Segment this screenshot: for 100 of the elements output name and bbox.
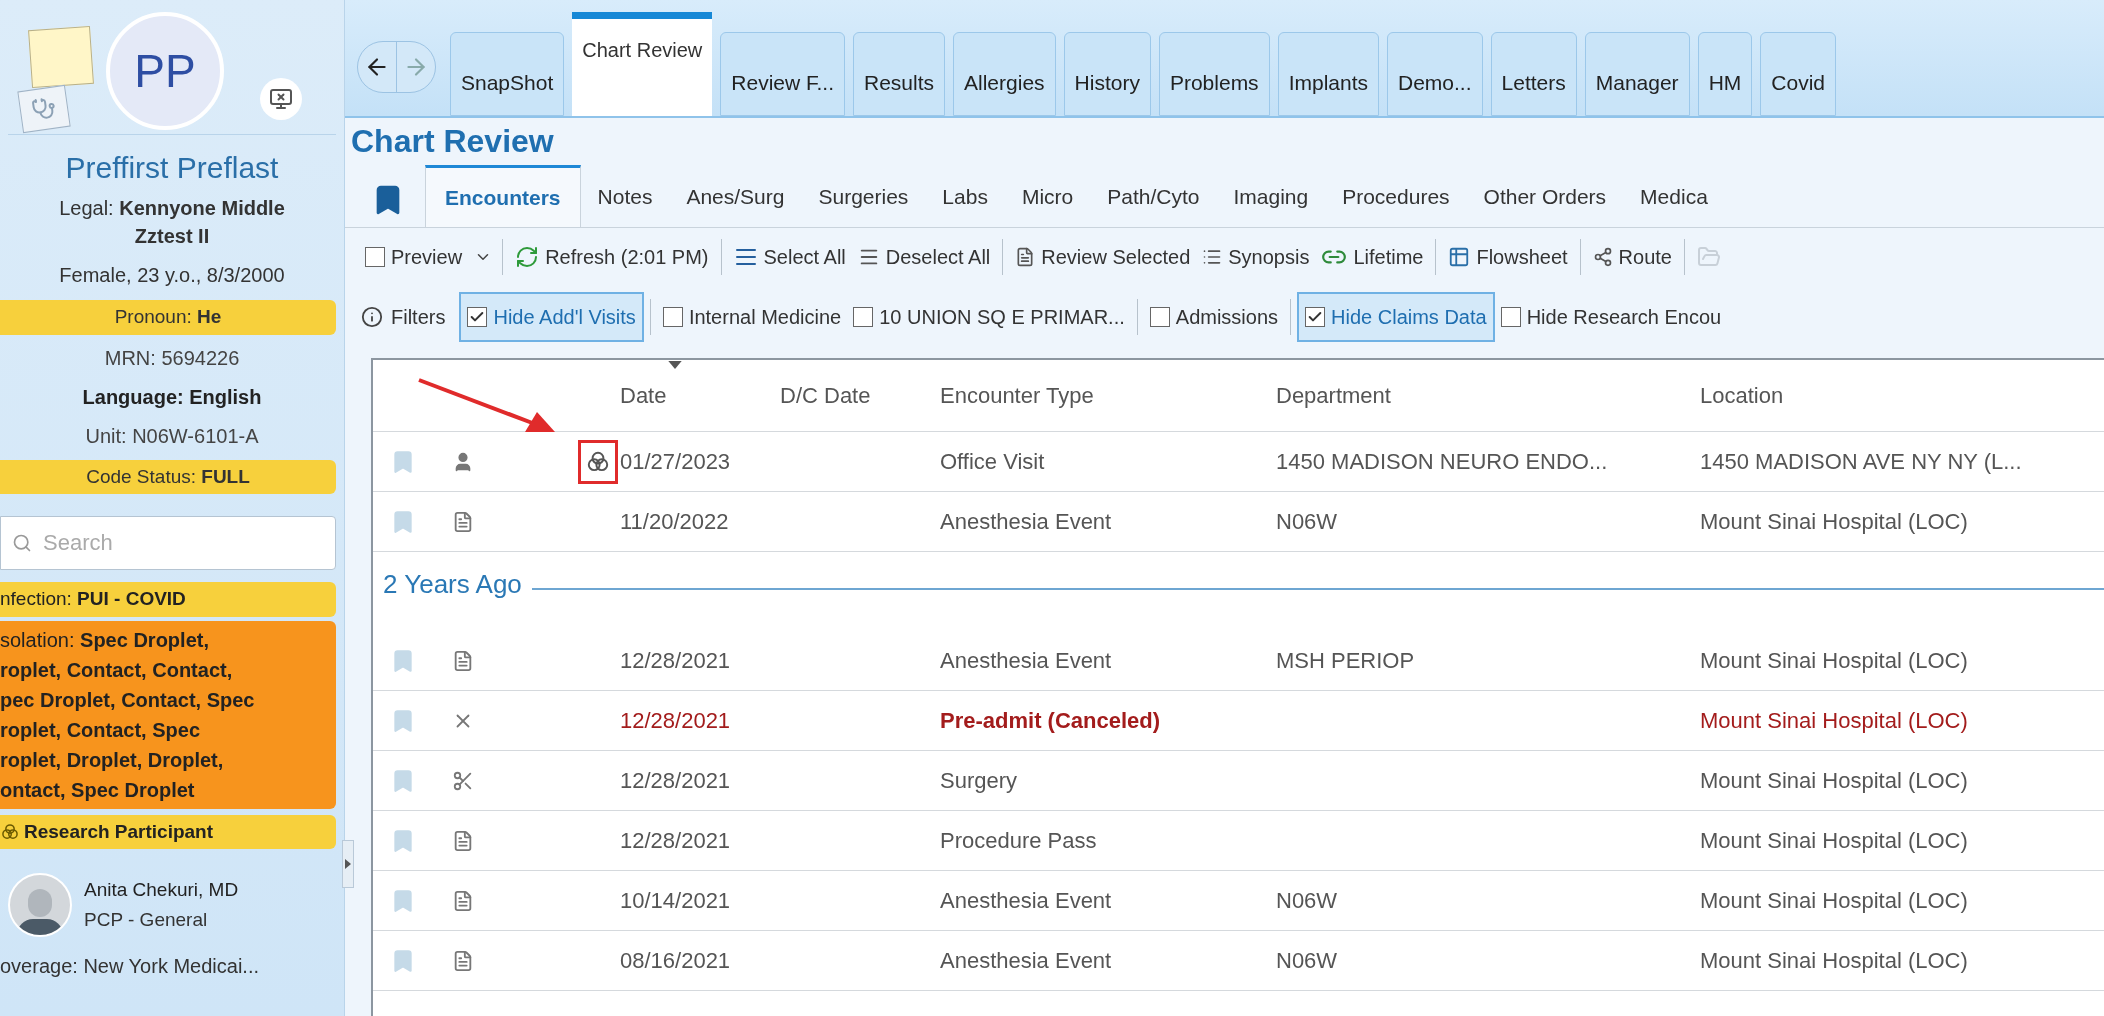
filter-toggle[interactable]: Hide Add'l Visits bbox=[459, 292, 644, 342]
tab[interactable]: Manager bbox=[1584, 32, 1690, 116]
list-icon bbox=[1202, 247, 1223, 267]
checkbox[interactable] bbox=[853, 307, 874, 327]
subtab[interactable]: Path/Cyto bbox=[1090, 165, 1217, 227]
location-cell-text: 1450 MADISON AVE NY NY (L... bbox=[1700, 448, 2023, 476]
tab[interactable]: Implants bbox=[1277, 32, 1379, 116]
subtab[interactable]: Micro bbox=[1004, 165, 1091, 227]
collapse-handle[interactable] bbox=[342, 840, 354, 888]
department-cell-text: N06W bbox=[1276, 508, 1339, 536]
table-icon bbox=[1448, 246, 1471, 268]
preview-toggle[interactable]: Preview bbox=[391, 242, 463, 272]
patient-name[interactable]: Preffirst Preflast bbox=[65, 145, 279, 190]
sort-caret-icon bbox=[668, 361, 682, 369]
tab[interactable]: Demo... bbox=[1387, 32, 1483, 116]
info-icon bbox=[361, 306, 383, 328]
search-field[interactable]: Search bbox=[0, 516, 336, 570]
research-icon bbox=[0, 821, 20, 842]
checkbox[interactable] bbox=[1500, 307, 1521, 327]
demographics: Female, 23 y.o., 8/3/2000 bbox=[59, 263, 285, 288]
column-header[interactable]: Location bbox=[1700, 379, 2100, 412]
column-header[interactable]: Department bbox=[1276, 379, 1700, 412]
toolbar-button[interactable]: Route bbox=[1586, 242, 1678, 272]
tab[interactable]: Problems bbox=[1158, 32, 1270, 116]
language: Language: English bbox=[82, 384, 262, 410]
checkbox[interactable] bbox=[1305, 307, 1326, 327]
location-cell-text: Mount Sinai Hospital (LOC) bbox=[1700, 887, 1969, 915]
monitor-icon[interactable] bbox=[260, 78, 302, 120]
pcp-role: PCP - General bbox=[84, 908, 209, 932]
column-header[interactable]: Encounter Type bbox=[940, 379, 1276, 412]
mrn: MRN: 5694226 bbox=[104, 345, 240, 371]
column-header[interactable]: D/C Date bbox=[780, 379, 940, 412]
subtab[interactable]: Surgeries bbox=[801, 165, 926, 227]
toolbar-button[interactable]: Refresh (2:01 PM) bbox=[509, 242, 715, 272]
avatar[interactable]: PP bbox=[106, 12, 224, 130]
toolbar-button[interactable]: Select All bbox=[727, 242, 852, 272]
subtab[interactable]: Encounters bbox=[425, 165, 581, 227]
tab[interactable]: Chart Review bbox=[572, 12, 713, 116]
tab[interactable]: History bbox=[1063, 32, 1151, 116]
tab[interactable]: Covid bbox=[1760, 32, 1836, 116]
tab[interactable]: Review F... bbox=[720, 32, 845, 116]
filter-toggle[interactable]: Hide Research Encou bbox=[1494, 292, 1728, 342]
document-icon bbox=[452, 889, 474, 912]
subtab[interactable]: Procedures bbox=[1325, 165, 1467, 227]
checkbox[interactable] bbox=[467, 307, 488, 327]
department-cell-text: MSH PERIOP bbox=[1276, 647, 1416, 675]
checkbox[interactable] bbox=[662, 307, 683, 327]
department-cell-text: N06W bbox=[1276, 947, 1339, 975]
document-icon bbox=[452, 829, 474, 852]
pronoun-banner: Pronoun: He bbox=[0, 300, 336, 335]
isolation-banner: solation: Spec Droplet, roplet, Contact, Contact, pec Droplet, Contact, Spec roplet, Contact, Spec roplet, Droplet, Droplet, ontact, Spec Droplet bbox=[0, 620, 336, 809]
page-title: Chart Review bbox=[350, 122, 555, 161]
filter-toggle[interactable]: 10 UNION SQ E PRIMAR... bbox=[847, 292, 1131, 342]
subtab[interactable]: Labs bbox=[925, 165, 1005, 227]
checkbox[interactable] bbox=[365, 247, 385, 267]
date-cell-text: 12/28/2021 bbox=[620, 767, 732, 795]
tab[interactable]: Letters bbox=[1490, 32, 1577, 116]
filter-toggle[interactable]: Internal Medicine bbox=[656, 292, 848, 342]
tab[interactable]: Results bbox=[853, 32, 946, 116]
encounter-type-cell-text: Office Visit bbox=[940, 448, 1046, 476]
research-banner[interactable]: Research Participant bbox=[0, 814, 336, 849]
encounter-type-cell-text: Anesthesia Event bbox=[940, 508, 1113, 536]
tab[interactable]: SnapShot bbox=[450, 32, 565, 116]
date-cell-text: 08/16/2021 bbox=[620, 947, 732, 975]
toolbar-button[interactable]: Lifetime bbox=[1315, 242, 1430, 272]
group-heading: 2 Years Ago bbox=[383, 568, 522, 601]
toolbar-button[interactable]: Review Selected bbox=[1009, 242, 1197, 272]
pcp-name[interactable]: Anita Chekuri, MD bbox=[84, 875, 239, 905]
tab[interactable]: Allergies bbox=[953, 32, 1056, 116]
column-header[interactable]: Date bbox=[620, 379, 780, 412]
encounter-type-cell-text: Procedure Pass bbox=[940, 827, 1098, 855]
filter-toggle[interactable]: Hide Claims Data bbox=[1297, 292, 1495, 342]
unit: Unit: N06W-6101-A bbox=[85, 423, 259, 449]
location-cell-text: Mount Sinai Hospital (LOC) bbox=[1700, 508, 1969, 536]
location-cell-text: Mount Sinai Hospital (LOC) bbox=[1700, 647, 1969, 675]
subtab[interactable]: Imaging bbox=[1216, 165, 1326, 227]
subtab[interactable]: Other Orders bbox=[1466, 165, 1624, 227]
toolbar-button[interactable]: Synopsis bbox=[1196, 242, 1316, 272]
tab[interactable]: HM bbox=[1697, 32, 1753, 116]
location-cell-text: Mount Sinai Hospital (LOC) bbox=[1700, 827, 1969, 855]
filter-toggle[interactable]: Admissions bbox=[1143, 292, 1285, 342]
subtab[interactable]: Anes/Surg bbox=[669, 165, 802, 227]
date-cell-text: 12/28/2021 bbox=[620, 647, 732, 675]
location-cell-text: Mount Sinai Hospital (LOC) bbox=[1700, 767, 1969, 795]
date-cell-text: 12/28/2021 bbox=[620, 707, 732, 735]
document-icon bbox=[452, 949, 474, 972]
subtab[interactable]: Notes bbox=[580, 165, 670, 227]
encounter-type-cell-text: Pre-admit (Canceled) bbox=[940, 707, 1162, 735]
code-status-banner: Code Status: FULL bbox=[0, 459, 336, 494]
refresh-icon bbox=[515, 245, 540, 269]
encounter-type-cell-text: Anesthesia Event bbox=[940, 647, 1113, 675]
encounter-type-cell-text: Anesthesia Event bbox=[940, 887, 1113, 915]
department-cell-text: 1450 MADISON NEURO ENDO... bbox=[1276, 448, 1609, 476]
legal-name: Legal: Kennyone Middle Zztest II bbox=[58, 196, 286, 249]
checkbox[interactable] bbox=[1149, 307, 1170, 327]
toolbar-button[interactable]: Flowsheet bbox=[1442, 242, 1574, 272]
filters-button[interactable]: Filters bbox=[361, 302, 460, 332]
toolbar-button[interactable]: Deselect All bbox=[851, 242, 997, 272]
subtab[interactable]: Medica bbox=[1623, 165, 1725, 227]
infection-banner: nfection: PUI - COVID bbox=[0, 582, 336, 617]
